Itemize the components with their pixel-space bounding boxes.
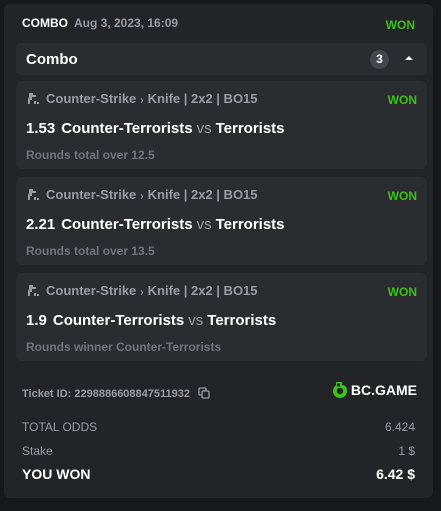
leg-status: WON — [387, 189, 417, 203]
bet-status: WON — [385, 18, 415, 32]
leg-odds: 1.9 — [26, 312, 47, 329]
selection-count-badge: 3 — [370, 50, 389, 69]
bet-leg: Counter-Strike › Knife | 2x2 | BO15 WON 1.… — [16, 81, 427, 169]
path-separator: › — [140, 95, 144, 106]
bet-leg: Counter-Strike › Knife | 2x2 | BO15 WON 1.… — [16, 273, 427, 361]
path-separator: › — [140, 287, 144, 298]
league-name[interactable]: Knife | 2x2 | BO15 — [148, 91, 258, 106]
total-odds-row: TOTAL ODDS 6.424 — [22, 420, 415, 438]
home-team[interactable]: Counter-Terrorists — [61, 120, 192, 137]
event-path: Counter-Strike › Knife | 2x2 | BO15 — [26, 283, 258, 299]
bet-date: Aug 3, 2023, 16:09 — [74, 16, 179, 30]
stake-value: 1 $ — [398, 444, 415, 458]
leg-pick: Rounds total over 13.5 — [26, 244, 155, 258]
match-line: 1.9 Counter-Terrorists vs Terrorists — [26, 312, 276, 329]
total-odds-value: 6.424 — [384, 420, 415, 434]
counter-strike-icon — [28, 285, 39, 296]
bet-header: COMBO Aug 3, 2023, 16:09 WON — [22, 16, 415, 34]
versus-label: vs — [196, 216, 212, 233]
leg-status: WON — [387, 285, 417, 299]
leg-odds: 2.21 — [26, 216, 56, 233]
payout-row: YOU WON 6.42 $ — [22, 466, 415, 484]
leg-pick: Rounds winner Counter-Terrorists — [26, 340, 222, 354]
total-odds-label: TOTAL ODDS — [22, 420, 98, 434]
event-path: Counter-Strike › Knife | 2x2 | BO15 — [26, 187, 258, 203]
away-team[interactable]: Terrorists — [216, 120, 285, 137]
leg-status: WON — [387, 93, 417, 107]
stake-row: Stake 1 $ — [22, 444, 415, 462]
leg-pick: Rounds total over 12.5 — [26, 148, 155, 162]
event-path: Counter-Strike › Knife | 2x2 | BO15 — [26, 91, 258, 107]
sport-name[interactable]: Counter-Strike — [46, 91, 136, 106]
sport-name[interactable]: Counter-Strike — [46, 283, 136, 298]
away-team[interactable]: Terrorists — [216, 216, 285, 233]
payout-label: YOU WON — [22, 466, 91, 482]
home-team[interactable]: Counter-Terrorists — [53, 312, 184, 329]
away-team[interactable]: Terrorists — [207, 312, 276, 329]
sport-name[interactable]: Counter-Strike — [46, 187, 136, 202]
combo-title: Combo — [26, 51, 78, 68]
brand: BC.GAME — [332, 381, 417, 403]
payout-value: 6.42 $ — [376, 466, 415, 482]
match-line: 1.53 Counter-Terrorists vs Terrorists — [26, 120, 285, 137]
league-name[interactable]: Knife | 2x2 | BO15 — [148, 283, 258, 298]
match-line: 2.21 Counter-Terrorists vs Terrorists — [26, 216, 285, 233]
bc-game-logo-icon — [332, 382, 347, 398]
ticket-id: Ticket ID: 2298886608847511932 — [22, 387, 210, 400]
combo-toggle[interactable]: Combo 3 — [16, 43, 427, 75]
stake-label: Stake — [22, 444, 53, 458]
brand-name: BC.GAME — [350, 382, 417, 398]
bet-leg: Counter-Strike › Knife | 2x2 | BO15 WON 2.… — [16, 177, 427, 265]
versus-label: vs — [188, 312, 204, 329]
versus-label: vs — [196, 120, 212, 137]
bet-slip-card: COMBO Aug 3, 2023, 16:09 WON Combo 3 Cou… — [4, 4, 433, 498]
home-team[interactable]: Counter-Terrorists — [61, 216, 192, 233]
ticket-id-label: Ticket ID: 2298886608847511932 — [22, 388, 190, 400]
copy-icon[interactable] — [198, 387, 210, 399]
league-name[interactable]: Knife | 2x2 | BO15 — [148, 187, 258, 202]
bet-type: COMBO — [22, 16, 68, 30]
leg-odds: 1.53 — [26, 120, 56, 137]
chevron-up-icon[interactable] — [401, 50, 417, 66]
path-separator: › — [140, 191, 144, 202]
counter-strike-icon — [28, 189, 39, 200]
counter-strike-icon — [28, 93, 39, 104]
